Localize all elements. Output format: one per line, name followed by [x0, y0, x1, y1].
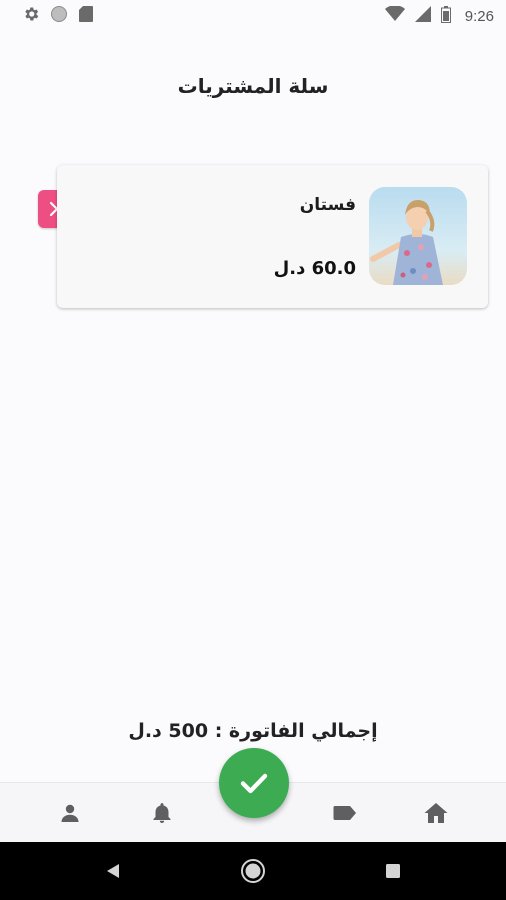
cart-item-card[interactable]: فستان 60.0 د.ل: [57, 165, 488, 308]
check-icon: [240, 773, 268, 794]
gear-icon: [22, 5, 40, 27]
page-title: سلة المشتريات: [177, 74, 329, 98]
status-left: [22, 5, 94, 27]
item-thumbnail[interactable]: [369, 187, 467, 285]
nav-offers-button[interactable]: [325, 797, 365, 829]
tag-icon: [333, 806, 356, 820]
system-home-button[interactable]: [238, 856, 268, 886]
profile-icon: [61, 804, 79, 822]
status-right: 9:26: [384, 5, 494, 27]
item-price: 60.0 د.ل: [273, 258, 356, 279]
nav-home-button[interactable]: [416, 797, 456, 829]
item-name: فستان: [299, 195, 356, 215]
signal-icon: [414, 6, 431, 26]
invoice-total: إجمالي الفاتورة : 500 د.ل: [128, 720, 378, 742]
back-icon: [107, 864, 119, 878]
recents-button[interactable]: [378, 856, 408, 886]
back-button[interactable]: [98, 856, 128, 886]
system-nav-bar: [0, 842, 506, 900]
confirm-order-button[interactable]: [219, 748, 289, 818]
status-time: 9:26: [464, 7, 494, 25]
bell-icon: [153, 803, 171, 823]
home-circle-icon: [241, 859, 265, 883]
circle-icon: [50, 5, 68, 27]
recents-icon: [386, 864, 400, 878]
status-bar: 9:26: [0, 0, 506, 32]
home-icon: [424, 803, 448, 823]
wifi-icon: [384, 5, 405, 26]
nav-notifications-button[interactable]: [142, 797, 182, 829]
nav-profile-button[interactable]: [50, 797, 90, 829]
sd-card-icon: [78, 5, 94, 27]
battery-icon: [440, 5, 451, 27]
